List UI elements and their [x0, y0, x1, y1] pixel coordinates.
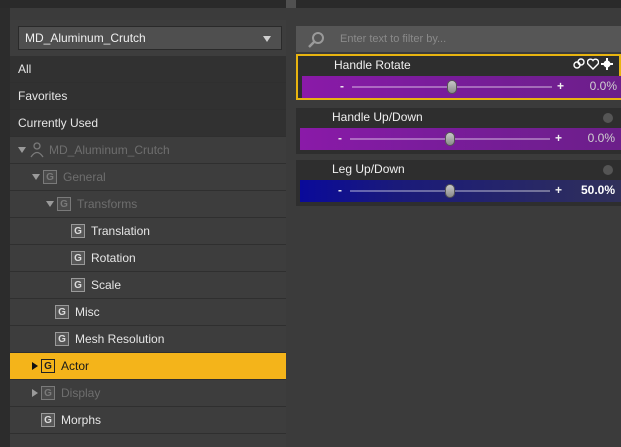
tree-item-label: Translation — [91, 224, 150, 238]
group-icon: G — [55, 332, 69, 346]
node-selector-value: MD_Aluminum_Crutch — [25, 31, 146, 45]
increment-button[interactable]: + — [555, 131, 562, 145]
tree-item-label: Misc — [75, 305, 100, 319]
parameter-value[interactable]: 50.0% — [581, 183, 615, 197]
tree-item-general[interactable]: G General — [10, 164, 286, 191]
tree-item-misc[interactable]: G Misc — [10, 299, 286, 326]
parameter-value[interactable]: 0.0% — [588, 131, 615, 145]
tree-item-translation[interactable]: G Translation — [10, 218, 286, 245]
expand-arrow-right-icon[interactable] — [32, 389, 38, 397]
parameter-slider[interactable]: - + 50.0% — [300, 180, 621, 202]
tree-item-label: General — [63, 170, 106, 184]
tree-item-favorites[interactable]: Favorites — [10, 83, 286, 110]
tree-item-label: Scale — [91, 278, 122, 292]
tree-item-label: Currently Used — [18, 116, 99, 130]
parameters-panel: Enter text to filter by... Handle Rotate… — [296, 20, 621, 447]
tree-item-rotation[interactable]: G Rotation — [10, 245, 286, 272]
parameter-title: Leg Up/Down — [332, 162, 405, 176]
chevron-down-icon — [263, 36, 271, 42]
tree-item-label: Actor — [61, 359, 90, 373]
tree-item-scale[interactable]: G Scale — [10, 272, 286, 299]
property-group-tree: All Favorites Currently Used MD_Aluminum_Cr… — [10, 56, 286, 434]
tree-item-label: MD_Aluminum_Crutch — [49, 143, 170, 157]
left-edge — [0, 8, 10, 447]
parameter-slider[interactable]: - + 0.0% — [302, 76, 621, 98]
heart-icon[interactable] — [587, 58, 599, 70]
gear-icon[interactable] — [603, 113, 613, 123]
group-icon: G — [41, 413, 55, 427]
parameter-title: Handle Rotate — [334, 58, 411, 72]
expand-arrow-down-icon[interactable] — [46, 201, 54, 207]
decrement-button[interactable]: - — [338, 131, 342, 145]
tree-item-currently-used[interactable]: Currently Used — [10, 110, 286, 137]
node-selector-dropdown[interactable]: MD_Aluminum_Crutch — [18, 26, 282, 50]
tree-item-label: Rotation — [91, 251, 136, 265]
expand-arrow-down-icon[interactable] — [18, 147, 26, 153]
tree-item-mesh-resolution[interactable]: G Mesh Resolution — [10, 326, 286, 353]
gear-icon[interactable] — [601, 58, 613, 70]
expand-arrow-down-icon[interactable] — [32, 174, 40, 180]
slider-knob[interactable] — [445, 132, 455, 146]
tree-item-md-aluminum-crutch[interactable]: MD_Aluminum_Crutch — [10, 137, 286, 164]
tree-item-label: Morphs — [61, 413, 102, 427]
group-icon: G — [41, 386, 55, 400]
tree-item-label: Mesh Resolution — [75, 332, 165, 346]
parameter-leg-up-down[interactable]: Leg Up/Down - + 50.0% — [296, 160, 621, 206]
decrement-button[interactable]: - — [340, 79, 344, 93]
group-icon: G — [71, 278, 85, 292]
group-icon: G — [41, 359, 55, 373]
group-icon: G — [43, 170, 57, 184]
tree-item-morphs[interactable]: G Morphs — [10, 407, 286, 434]
tree-item-label: Transforms — [77, 197, 138, 211]
parameter-value[interactable]: 0.0% — [590, 79, 617, 93]
group-icon: G — [71, 251, 85, 265]
link-icon[interactable] — [573, 58, 585, 70]
parameter-icons — [573, 58, 613, 70]
group-icon: G — [55, 305, 69, 319]
panel-splitter[interactable] — [286, 0, 296, 8]
tree-item-label: All — [18, 62, 32, 76]
group-icon: G — [57, 197, 71, 211]
increment-button[interactable]: + — [555, 183, 562, 197]
tree-item-label: Favorites — [18, 89, 68, 103]
property-groups-panel: MD_Aluminum_Crutch All Favorites Currently… — [10, 20, 286, 447]
tree-item-transforms[interactable]: G Transforms — [10, 191, 286, 218]
parameter-title: Handle Up/Down — [332, 110, 423, 124]
tree-item-label: Display — [61, 386, 101, 400]
increment-button[interactable]: + — [557, 79, 564, 93]
tree-item-all[interactable]: All — [10, 56, 286, 83]
gear-icon[interactable] — [603, 165, 613, 175]
filter-search-field[interactable]: Enter text to filter by... — [296, 26, 621, 52]
search-placeholder: Enter text to filter by... — [340, 33, 447, 45]
parameter-slider[interactable]: - + 0.0% — [300, 128, 621, 150]
parameter-handle-rotate[interactable]: Handle Rotate - + 0.0% — [296, 54, 621, 100]
tree-item-display[interactable]: G Display — [10, 380, 286, 407]
search-icon — [308, 32, 324, 48]
parameter-handle-up-down[interactable]: Handle Up/Down - + 0.0% — [296, 108, 621, 154]
slider-knob[interactable] — [445, 184, 455, 198]
slider-knob[interactable] — [447, 80, 457, 94]
tree-item-actor[interactable]: G Actor — [10, 353, 286, 380]
expand-arrow-right-icon[interactable] — [32, 362, 38, 370]
decrement-button[interactable]: - — [338, 183, 342, 197]
top-strip — [0, 0, 621, 8]
figure-node-icon — [30, 142, 44, 158]
group-icon: G — [71, 224, 85, 238]
